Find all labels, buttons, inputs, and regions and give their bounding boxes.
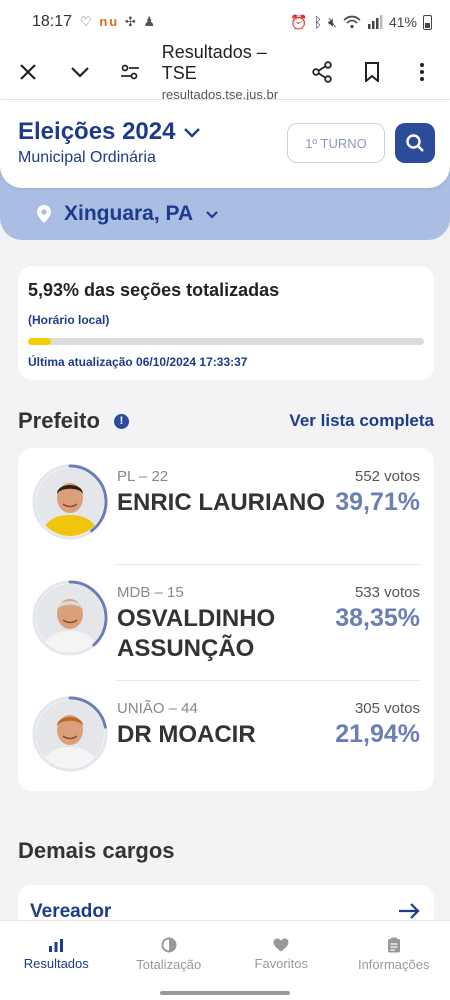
candidate-party: UNIÃO – 44 bbox=[117, 700, 198, 717]
progress-bar-fill bbox=[28, 338, 52, 345]
signal-icon bbox=[367, 15, 383, 29]
candidate-row[interactable]: UNIÃO – 44 DR MOACIR 305 votos 21,94% bbox=[18, 680, 434, 796]
city-selector[interactable]: Xinguara, PA bbox=[36, 202, 219, 226]
turno-button[interactable]: 1º TURNO bbox=[287, 123, 385, 163]
progress-bar bbox=[28, 338, 424, 345]
mute-icon: 🔇︎ bbox=[328, 13, 337, 30]
election-subtitle: Municipal Ordinária bbox=[18, 149, 156, 166]
bookmark-icon[interactable] bbox=[356, 56, 388, 88]
candidate-list: PL – 22 ENRIC LAURIANO 552 votos 39,71% MDB … bbox=[18, 448, 434, 791]
candidate-photo bbox=[36, 584, 104, 652]
section-title: Prefeito bbox=[18, 408, 100, 433]
local-time-note: (Horário local) bbox=[28, 313, 110, 327]
nav-label: Informações bbox=[357, 957, 430, 972]
election-title: Eleições 2024 bbox=[18, 118, 176, 145]
bluetooth-icon: ᛒ bbox=[313, 14, 323, 30]
other-offices-title: Demais cargos bbox=[18, 838, 175, 863]
candidate-name: DR MOACIR bbox=[117, 721, 256, 748]
candidate-party: PL – 22 bbox=[117, 468, 169, 485]
wifi-icon bbox=[343, 15, 361, 29]
nav-resultados[interactable]: Resultados bbox=[0, 921, 113, 988]
candidate-photo bbox=[36, 468, 104, 536]
candidate-avatar bbox=[32, 580, 108, 656]
election-selector[interactable]: Eleições 2024 bbox=[18, 118, 201, 146]
info-icon[interactable]: ! bbox=[113, 413, 129, 429]
site-settings-icon[interactable] bbox=[114, 56, 146, 88]
nav-label: Favoritos bbox=[254, 956, 308, 971]
gesture-bar-area bbox=[0, 988, 450, 1000]
candidate-percentage: 39,71% bbox=[335, 488, 420, 516]
candidate-percentage: 38,35% bbox=[335, 604, 420, 632]
bar-chart-icon bbox=[49, 939, 64, 952]
candidate-name: ENRIC LAURIANO bbox=[117, 489, 325, 516]
chevron-down-icon bbox=[206, 210, 218, 219]
page-title: Resultados – TSE bbox=[161, 41, 267, 83]
chevron-down-icon[interactable] bbox=[64, 56, 96, 88]
location-pin-icon bbox=[37, 205, 51, 223]
city-name: Xinguara, PA bbox=[64, 202, 194, 225]
search-button[interactable] bbox=[395, 123, 435, 163]
clipboard-icon bbox=[387, 937, 400, 953]
close-icon[interactable] bbox=[12, 56, 44, 88]
bottom-nav: Resultados Totalização Favoritos Informa… bbox=[0, 920, 450, 988]
election-header: Eleições 2024 Municipal Ordinária 1º TUR… bbox=[0, 100, 450, 188]
candidate-party: MDB – 15 bbox=[117, 584, 184, 601]
nav-informacoes[interactable]: Informações bbox=[338, 921, 450, 988]
alarm-icon: ⏰ bbox=[290, 13, 308, 30]
battery-text: 41% bbox=[388, 14, 417, 30]
status-bar: 18:17 ♡ nu ✣ ♟ ⏰ ᛒ 🔇︎ 41% bbox=[0, 0, 450, 44]
more-menu-icon[interactable] bbox=[406, 56, 438, 88]
browser-actions bbox=[306, 56, 438, 88]
candidate-row[interactable]: MDB – 15 OSVALDINHO ASSUNÇÃO 533 votos 38,3… bbox=[18, 564, 434, 680]
progress-card: 5,93% das seções totalizadas (Horário lo… bbox=[18, 266, 434, 380]
candidate-avatar bbox=[32, 464, 108, 540]
nav-totalizacao[interactable]: Totalização bbox=[113, 921, 226, 988]
nav-label: Totalização bbox=[136, 957, 202, 972]
home-gesture-handle[interactable] bbox=[160, 991, 290, 995]
heart-icon bbox=[273, 938, 289, 952]
candidate-votes: 552 votos bbox=[354, 468, 420, 485]
notification-icons: ♡ nu ✣ ♟ bbox=[80, 14, 157, 29]
search-icon bbox=[406, 134, 424, 152]
see-full-list-link[interactable]: Ver lista completa bbox=[289, 411, 434, 431]
nav-label: Resultados bbox=[23, 956, 89, 971]
browser-toolbar: Resultados – TSE resultados.tse.jus.br bbox=[0, 42, 450, 102]
candidate-percentage: 21,94% bbox=[335, 720, 420, 748]
last-update: Última atualização 06/10/2024 17:33:37 bbox=[28, 355, 248, 369]
candidate-row[interactable]: PL – 22 ENRIC LAURIANO 552 votos 39,71% bbox=[18, 448, 434, 564]
chevron-down-icon bbox=[184, 127, 201, 138]
page-address[interactable]: Resultados – TSE resultados.tse.jus.br bbox=[162, 42, 306, 102]
candidate-name: OSVALDINHO ASSUNÇÃO bbox=[117, 605, 276, 662]
status-right: ⏰ ᛒ 🔇︎ 41% bbox=[290, 14, 432, 31]
candidate-avatar bbox=[32, 696, 108, 772]
pie-icon bbox=[161, 937, 177, 953]
share-icon[interactable] bbox=[306, 56, 338, 88]
prefeito-header: Prefeito ! Ver lista completa bbox=[18, 408, 434, 434]
nubank-icon: nu bbox=[99, 14, 120, 29]
candidate-votes: 305 votos bbox=[354, 700, 420, 717]
candidate-votes: 533 votos bbox=[354, 584, 420, 601]
nav-favoritos[interactable]: Favoritos bbox=[225, 921, 338, 988]
progress-title: 5,93% das seções totalizadas bbox=[28, 280, 280, 300]
status-time: 18:17 bbox=[32, 13, 73, 30]
battery-icon bbox=[423, 14, 432, 30]
candidate-photo bbox=[36, 700, 104, 768]
